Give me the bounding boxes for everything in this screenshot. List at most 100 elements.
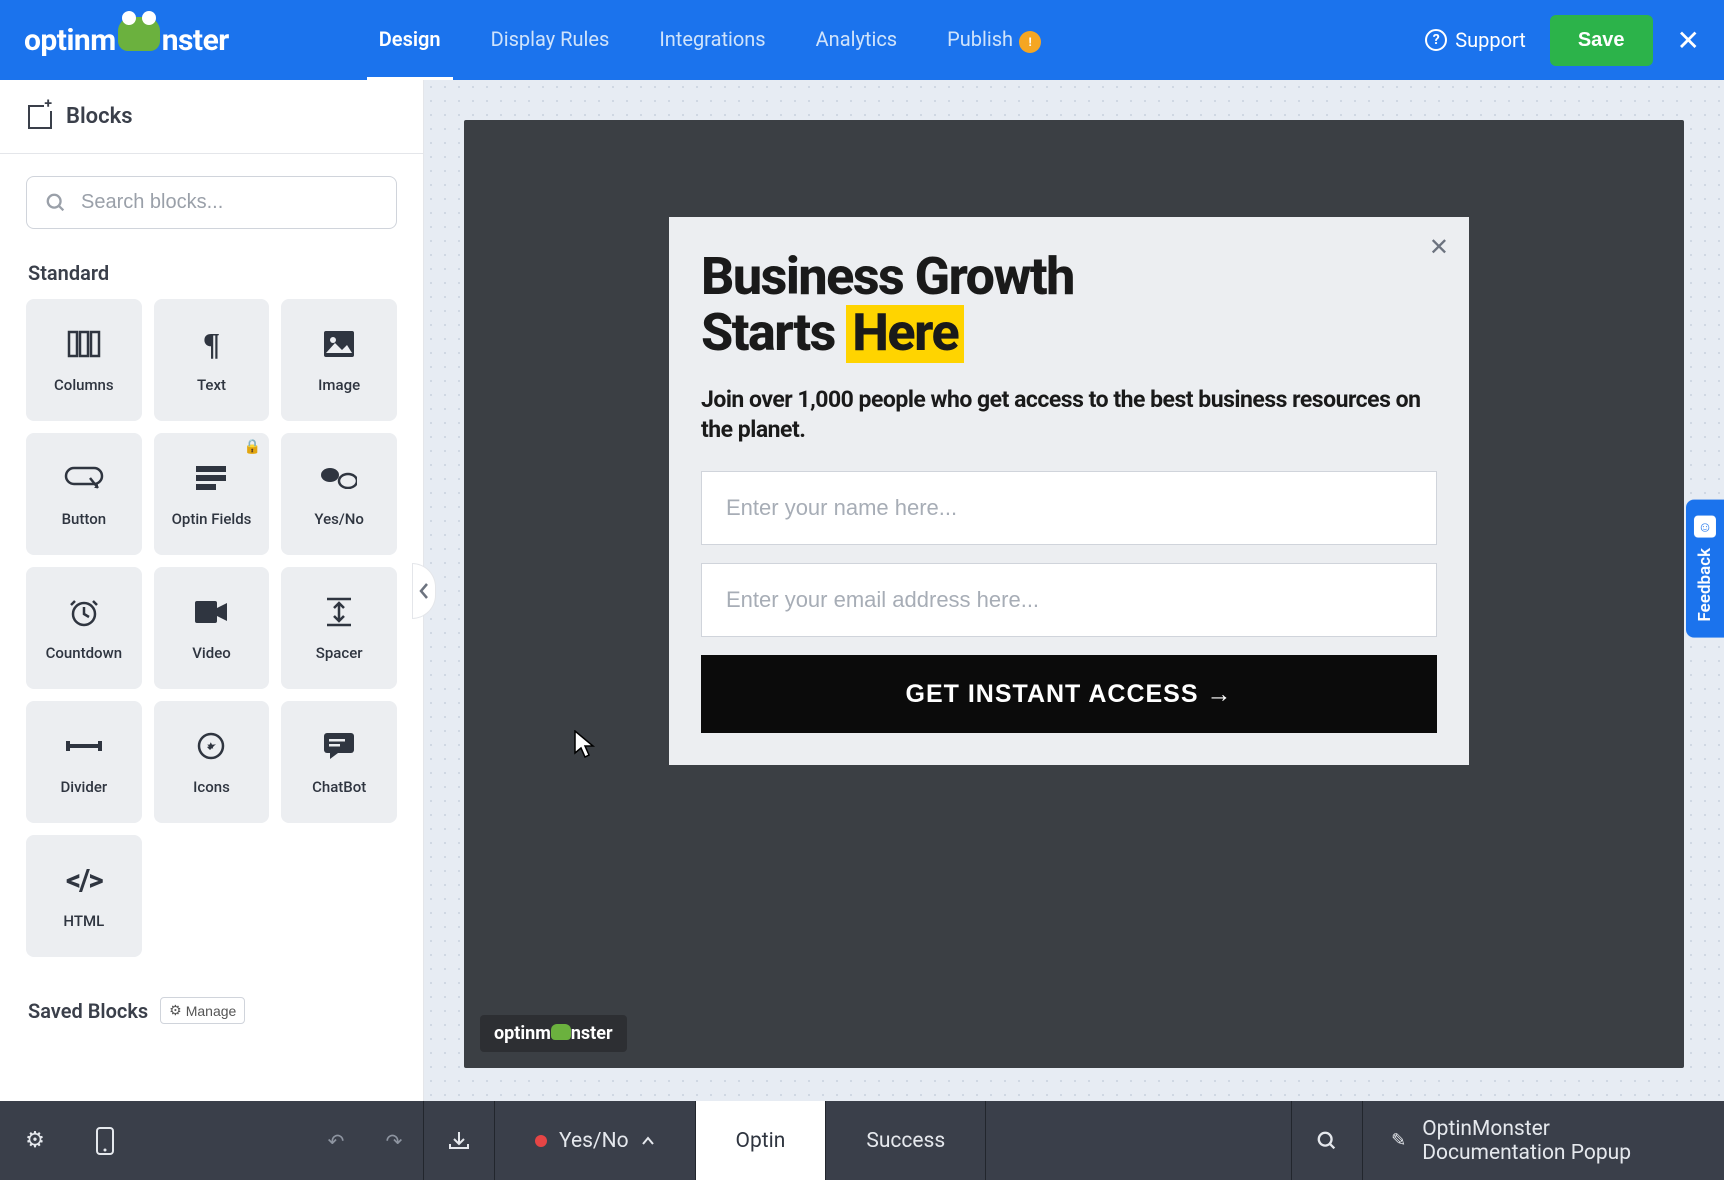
block-label: Button xyxy=(62,510,107,528)
block-html[interactable]: </> HTML xyxy=(26,835,142,957)
redo-button[interactable]: ↷ xyxy=(365,1129,423,1153)
html-icon: </> xyxy=(66,862,102,898)
gear-icon: ⚙ xyxy=(25,1128,45,1153)
frog-icon xyxy=(118,17,160,51)
settings-button[interactable]: ⚙ xyxy=(0,1128,70,1153)
block-label: Video xyxy=(192,644,231,662)
mobile-preview-button[interactable] xyxy=(70,1127,140,1155)
icons-icon xyxy=(197,728,225,764)
block-countdown[interactable]: Countdown xyxy=(26,567,142,689)
button-icon xyxy=(64,460,104,496)
lock-icon: 🔒 xyxy=(244,439,261,455)
spacer-icon xyxy=(325,594,353,630)
name-field[interactable] xyxy=(701,471,1437,545)
cursor-icon xyxy=(574,730,596,760)
section-standard-title: Standard xyxy=(0,239,423,299)
chat-icon xyxy=(324,728,354,764)
stage[interactable]: ✕ Business Growth Starts Here Join over … xyxy=(464,120,1684,1068)
block-optinfields[interactable]: 🔒 Optin Fields xyxy=(154,433,270,555)
block-label: Spacer xyxy=(316,644,363,662)
close-icon[interactable]: ✕ xyxy=(1677,24,1700,57)
image-icon xyxy=(324,326,354,362)
block-chatbot[interactable]: ChatBot xyxy=(281,701,397,823)
clock-icon xyxy=(69,594,99,630)
columns-icon xyxy=(67,326,101,362)
top-nav: optinmnster Design Display Rules Integra… xyxy=(0,0,1724,80)
block-image[interactable]: Image xyxy=(281,299,397,421)
block-label: HTML xyxy=(63,912,104,930)
cta-button[interactable]: GET INSTANT ACCESS → xyxy=(701,655,1437,733)
publish-badge-icon: ! xyxy=(1019,31,1041,53)
frog-icon xyxy=(551,1024,571,1040)
block-button[interactable]: Button xyxy=(26,433,142,555)
fields-icon xyxy=(196,460,226,496)
block-label: Icons xyxy=(193,778,230,796)
highlight: Here xyxy=(846,305,964,363)
block-yesno[interactable]: Yes/No xyxy=(281,433,397,555)
block-label: Countdown xyxy=(46,644,122,662)
tab-design[interactable]: Design xyxy=(379,0,441,81)
canvas[interactable]: ✕ Business Growth Starts Here Join over … xyxy=(424,80,1724,1101)
watermark: optinmnster xyxy=(480,1015,627,1052)
view-optin[interactable]: Optin xyxy=(696,1101,827,1180)
brand-logo: optinmnster xyxy=(24,23,229,58)
bottom-bar: ⚙ ↶ ↷ Yes/No Optin Success ✎ OptinMonste… xyxy=(0,1101,1724,1180)
gear-icon: ⚙ xyxy=(169,1002,182,1019)
download-icon xyxy=(447,1129,471,1153)
block-label: Image xyxy=(318,376,360,394)
main: Blocks Standard Columns ¶Text Image Button 🔒… xyxy=(0,80,1724,1101)
section-saved-title: Saved Blocks xyxy=(28,999,148,1023)
tab-publish[interactable]: Publish! xyxy=(947,0,1041,81)
popup-subheadline[interactable]: Join over 1,000 people who get access to… xyxy=(701,385,1437,445)
block-label: Text xyxy=(197,376,226,394)
email-field[interactable] xyxy=(701,563,1437,637)
block-icons[interactable]: Icons xyxy=(154,701,270,823)
divider-icon xyxy=(66,728,102,764)
search-icon xyxy=(1316,1130,1338,1152)
block-label: ChatBot xyxy=(312,778,366,796)
smiley-icon: ☺ xyxy=(1694,516,1716,538)
sidebar-title: Blocks xyxy=(66,104,133,129)
block-video[interactable]: Video xyxy=(154,567,270,689)
search-icon xyxy=(45,192,67,214)
popup-close-icon[interactable]: ✕ xyxy=(1429,233,1449,261)
block-divider[interactable]: Divider xyxy=(26,701,142,823)
search-input[interactable] xyxy=(81,191,378,214)
nav-tabs: Design Display Rules Integrations Analyt… xyxy=(379,0,1041,81)
status-dot-icon xyxy=(535,1135,547,1147)
blocks-icon xyxy=(28,105,52,129)
block-label: Optin Fields xyxy=(172,510,252,528)
mobile-icon xyxy=(96,1127,114,1155)
campaign-name[interactable]: ✎ OptinMonster Documentation Popup xyxy=(1363,1101,1724,1180)
block-text[interactable]: ¶Text xyxy=(154,299,270,421)
chevron-left-icon xyxy=(417,581,431,601)
tab-integrations[interactable]: Integrations xyxy=(659,0,765,81)
view-success[interactable]: Success xyxy=(826,1101,986,1180)
search-box[interactable] xyxy=(26,176,397,229)
download-button[interactable] xyxy=(424,1129,494,1153)
pencil-icon: ✎ xyxy=(1391,1130,1406,1151)
nav-right: ? Support Save ✕ xyxy=(1425,15,1700,66)
save-button[interactable]: Save xyxy=(1550,15,1653,66)
tab-display-rules[interactable]: Display Rules xyxy=(491,0,610,81)
popup-preview[interactable]: ✕ Business Growth Starts Here Join over … xyxy=(669,217,1469,765)
tab-analytics[interactable]: Analytics xyxy=(816,0,898,81)
popup-headline[interactable]: Business Growth Starts Here xyxy=(701,249,1437,363)
block-spacer[interactable]: Spacer xyxy=(281,567,397,689)
search-bottom-button[interactable] xyxy=(1292,1130,1362,1152)
block-label: Yes/No xyxy=(314,510,363,528)
video-icon xyxy=(195,594,227,630)
feedback-tab[interactable]: Feedback ☺ xyxy=(1686,500,1724,638)
yesno-icon xyxy=(321,460,357,496)
sidebar: Blocks Standard Columns ¶Text Image Button 🔒… xyxy=(0,80,424,1101)
undo-button[interactable]: ↶ xyxy=(307,1129,365,1153)
chevron-up-icon xyxy=(641,1136,655,1146)
view-yesno[interactable]: Yes/No xyxy=(495,1101,696,1180)
undo-icon: ↶ xyxy=(328,1129,345,1153)
manage-button[interactable]: ⚙Manage xyxy=(160,997,245,1024)
support-link[interactable]: ? Support xyxy=(1425,28,1526,52)
block-label: Columns xyxy=(54,376,114,394)
block-columns[interactable]: Columns xyxy=(26,299,142,421)
blocks-grid: Columns ¶Text Image Button 🔒 Optin Fields Yes/… xyxy=(0,299,423,977)
help-icon: ? xyxy=(1425,29,1447,51)
